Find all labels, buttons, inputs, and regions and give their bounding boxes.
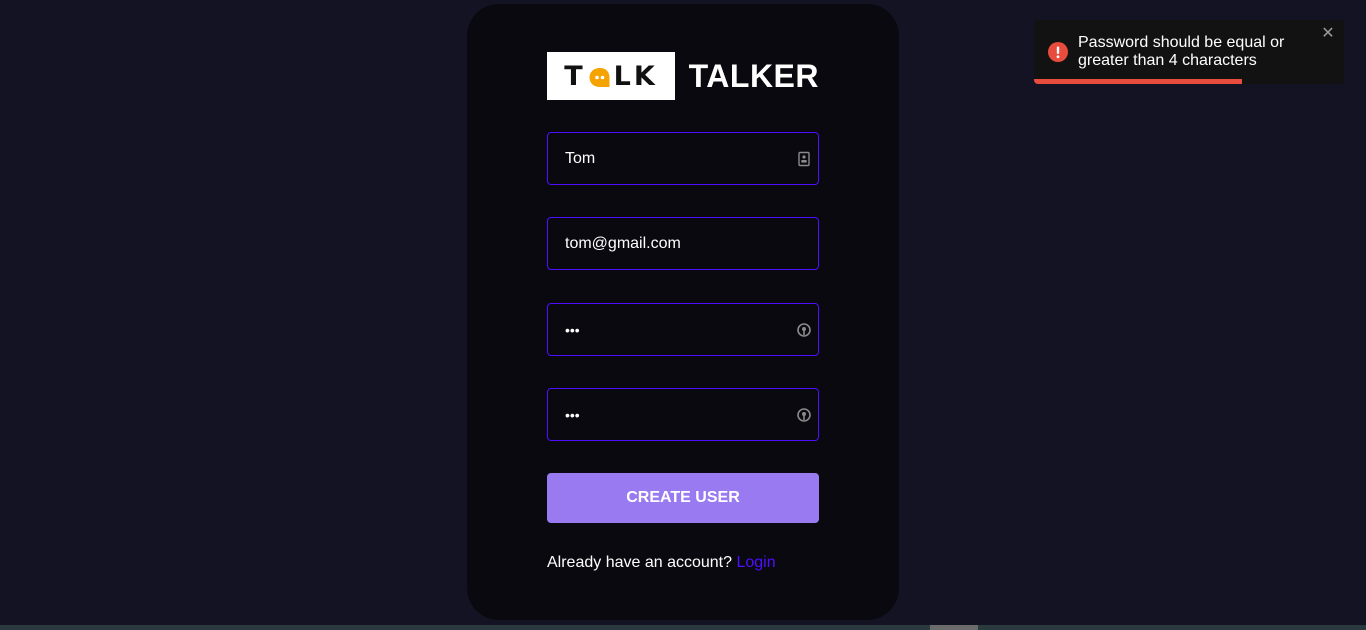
register-page: T LK TALKER Tom tom@gmail.com CREATE USE… — [0, 0, 1366, 630]
password-input[interactable] — [548, 304, 818, 355]
login-prompt: Already have an account? Login — [547, 554, 776, 572]
password-field[interactable] — [547, 303, 819, 356]
brand-header: T LK TALKER — [547, 52, 819, 100]
error-icon — [1048, 42, 1068, 62]
toast-progress-track — [1034, 79, 1344, 84]
email-field[interactable] — [547, 217, 819, 270]
app-name: TALKER — [688, 57, 819, 94]
username-field[interactable] — [547, 132, 819, 185]
toast-progress-bar — [1034, 79, 1242, 84]
login-prompt-text: Already have an account? — [547, 554, 737, 571]
confirm-password-input[interactable] — [548, 389, 818, 440]
username-input[interactable] — [548, 133, 818, 184]
scrollbar-thumb[interactable] — [930, 625, 978, 630]
confirm-password-field[interactable] — [547, 388, 819, 441]
error-toast: Password should be equal or greater than… — [1034, 20, 1344, 84]
contact-card-icon[interactable] — [796, 151, 812, 167]
email-input[interactable] — [548, 218, 818, 269]
close-icon[interactable]: ✕ — [1320, 26, 1336, 42]
chat-bubble-icon — [588, 65, 612, 87]
horizontal-scrollbar[interactable] — [0, 625, 1366, 630]
talk-logo: T LK — [547, 52, 675, 100]
password-key-icon[interactable] — [796, 322, 812, 338]
password-key-icon[interactable] — [796, 407, 812, 423]
toast-message: Password should be equal or greater than… — [1078, 34, 1285, 69]
register-card: T LK TALKER Tom tom@gmail.com CREATE USE… — [467, 4, 899, 620]
login-link[interactable]: Login — [736, 554, 775, 571]
create-user-button[interactable]: CREATE USER — [547, 473, 819, 523]
